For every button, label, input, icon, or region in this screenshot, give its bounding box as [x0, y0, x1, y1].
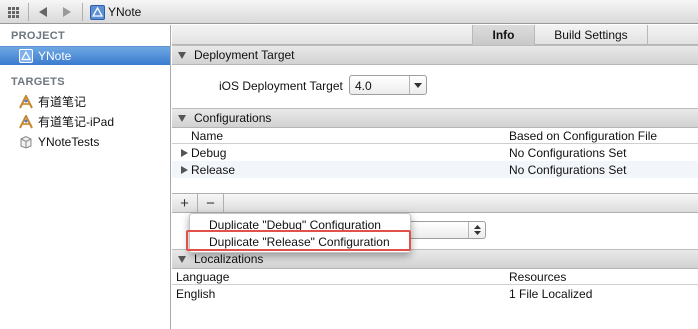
jump-bar: YNote: [0, 0, 698, 24]
forward-arrow-icon[interactable]: [60, 4, 74, 20]
row-resources: 1 File Localized: [509, 287, 593, 301]
row-config-file: No Configurations Set: [509, 163, 627, 177]
project-navigator: PROJECT YNote TARGETS 有道笔记 有道笔记-iPad YNo…: [0, 25, 171, 329]
app-target-icon: [18, 94, 33, 109]
sidebar-item-target[interactable]: 有道笔记: [0, 92, 170, 111]
sidebar-item-label: 有道笔记: [38, 95, 87, 109]
highlight-box: [186, 230, 411, 251]
section-configurations[interactable]: Configurations: [172, 108, 698, 128]
table-row[interactable]: English 1 File Localized: [172, 286, 698, 303]
column-config-file[interactable]: Based on Configuration File: [509, 129, 657, 143]
deployment-target-select[interactable]: 4.0: [349, 75, 427, 95]
project-file-icon[interactable]: [89, 4, 105, 20]
disclosure-triangle-icon[interactable]: [178, 255, 186, 263]
grid-icon[interactable]: [6, 4, 20, 20]
disclosure-triangle-icon[interactable]: [181, 166, 188, 174]
sidebar-item-label: 有道笔记-iPad: [38, 115, 115, 129]
tab-info[interactable]: Info: [472, 25, 534, 45]
app-target-icon: [18, 114, 33, 129]
project-file-icon: [18, 49, 33, 63]
sidebar-item-target[interactable]: YNoteTests: [0, 132, 170, 151]
section-title: Deployment Target: [194, 48, 295, 62]
column-resources[interactable]: Resources: [509, 270, 566, 284]
sidebar-item-label: YNoteTests: [38, 134, 100, 149]
disclosure-triangle-icon[interactable]: [181, 149, 188, 157]
add-configuration-button[interactable]: +: [172, 194, 198, 213]
deployment-target-value: 4.0: [355, 79, 372, 93]
disclosure-triangle-icon[interactable]: [178, 51, 186, 59]
chevron-down-icon: [409, 76, 426, 94]
column-language[interactable]: Language: [176, 270, 229, 284]
row-name: Debug: [181, 146, 226, 160]
configurations-column-header: Name Based on Configuration File: [172, 128, 698, 144]
row-name: Release: [181, 163, 235, 177]
jumpbar-title[interactable]: YNote: [108, 5, 141, 19]
test-bundle-icon: [18, 135, 33, 149]
deployment-target-label: iOS Deployment Target: [219, 79, 343, 93]
configuration-select[interactable]: [402, 221, 486, 239]
section-title: Configurations: [194, 111, 272, 125]
project-editor: Info Build Settings Deployment Target iO…: [172, 25, 698, 329]
column-name[interactable]: Name: [191, 129, 223, 143]
tab-build-settings[interactable]: Build Settings: [534, 25, 648, 45]
section-title: Localizations: [194, 252, 264, 266]
project-heading: PROJECT: [11, 30, 66, 42]
section-deployment-target[interactable]: Deployment Target: [172, 45, 698, 65]
targets-heading: TARGETS: [11, 76, 65, 88]
sidebar-item-project[interactable]: YNote: [0, 46, 170, 65]
table-row[interactable]: Debug No Configurations Set: [172, 144, 698, 161]
editor-tab-bar: Info Build Settings: [172, 25, 698, 45]
back-arrow-icon[interactable]: [36, 4, 50, 20]
table-row[interactable]: Release No Configurations Set: [172, 161, 698, 178]
updown-arrow-icon: [468, 222, 485, 238]
localizations-column-header: Language Resources: [172, 269, 698, 285]
row-config-file: No Configurations Set: [509, 146, 627, 160]
sidebar-item-target[interactable]: 有道笔记-iPad: [0, 112, 170, 131]
disclosure-triangle-icon[interactable]: [178, 114, 186, 122]
sidebar-item-label: YNote: [38, 49, 72, 63]
row-language: English: [176, 287, 216, 301]
configurations-toolbar: + −: [172, 193, 698, 213]
remove-configuration-button[interactable]: −: [198, 194, 224, 213]
